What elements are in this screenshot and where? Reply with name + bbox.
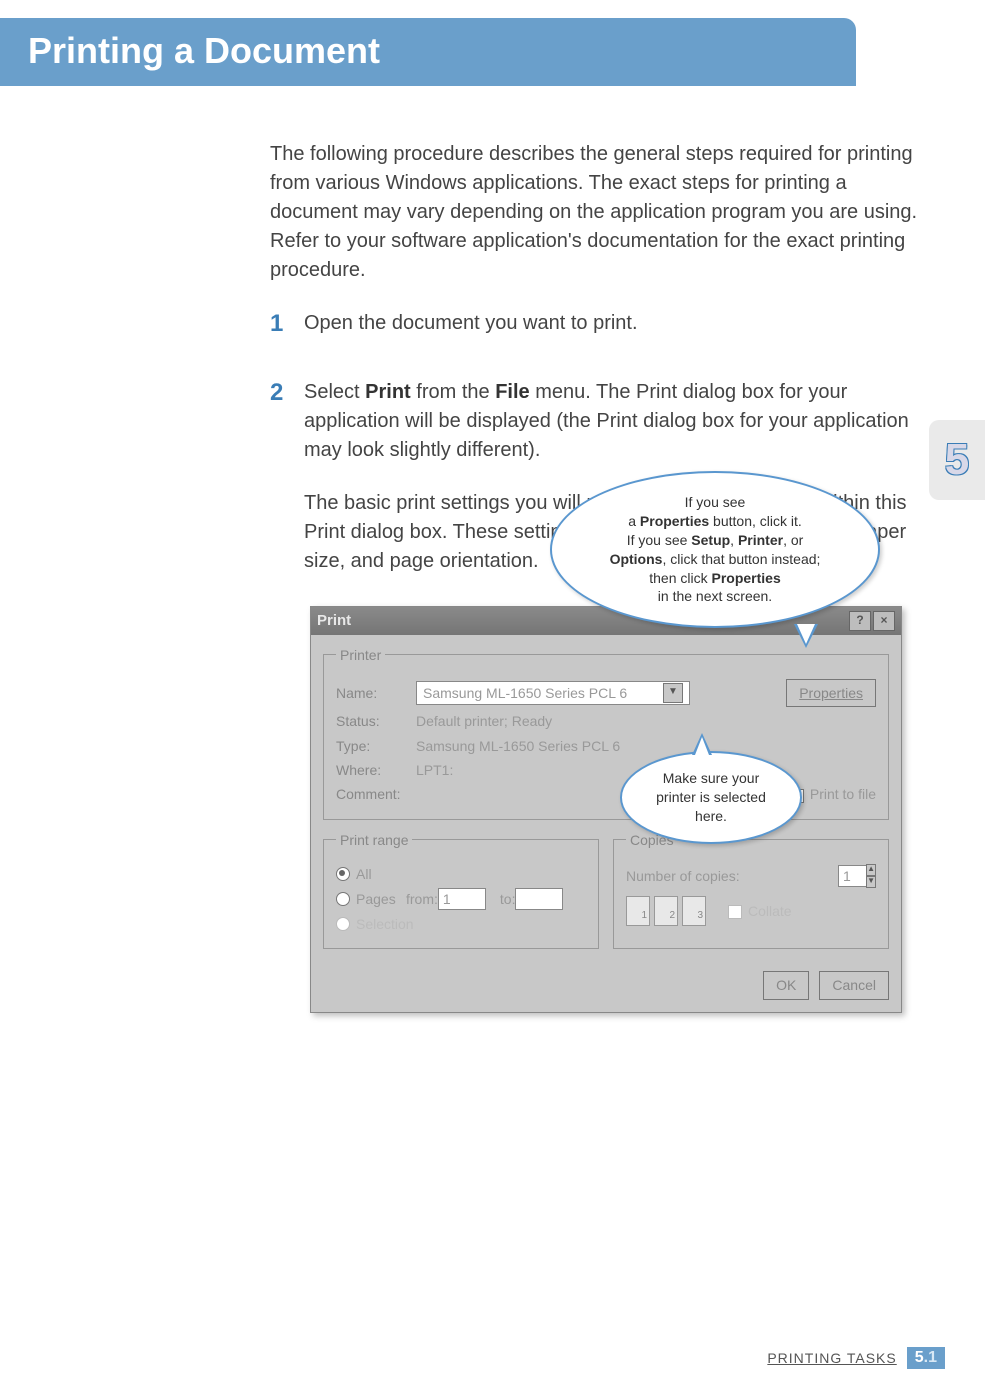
to-field[interactable] [515, 888, 563, 910]
status-label: Status: [336, 711, 416, 731]
range-pages[interactable]: Pages from: 1 to: [336, 888, 586, 910]
properties-button[interactable]: Properties [786, 679, 876, 707]
copies-spinner[interactable]: 1 ▲▼ [838, 864, 876, 888]
collate-page-icon: 3 [682, 896, 706, 926]
dialog-title: Print [317, 610, 351, 632]
where-value: LPT1: [416, 760, 453, 780]
type-label: Type: [336, 736, 416, 756]
intro-paragraph: The following procedure describes the ge… [270, 140, 925, 285]
callout-select-printer: Make sure your printer is selected here. [620, 751, 802, 844]
help-button[interactable]: ? [849, 611, 871, 631]
print-range-group: Print range All Pages from: 1 to: Select… [323, 830, 599, 950]
step-text: Select Print from the File menu. The Pri… [304, 381, 909, 461]
collate-page-icon: 2 [654, 896, 678, 926]
step-number: 2 [270, 376, 283, 411]
page-footer: PRINTING TASKS 5.1 [767, 1347, 945, 1369]
footer-section: PRINTING TASKS [767, 1350, 896, 1366]
from-field[interactable]: 1 [438, 888, 486, 910]
name-label: Name: [336, 683, 416, 703]
range-all[interactable]: All [336, 864, 586, 884]
copies-group: Copies Number of copies: 1 ▲▼ 1 2 3 [613, 830, 889, 950]
group-label: Print range [336, 830, 412, 850]
status-value: Default printer; Ready [416, 711, 552, 731]
collate-option[interactable]: Collate [728, 901, 792, 921]
main-content: The following procedure describes the ge… [270, 140, 925, 1013]
group-label: Printer [336, 645, 385, 665]
cancel-button[interactable]: Cancel [819, 971, 889, 999]
section-title: Printing a Document [0, 18, 856, 86]
dialog-figure: If you see a Properties button, click it… [310, 606, 905, 1013]
step-number: 1 [270, 307, 283, 342]
chapter-number: 5 [945, 435, 969, 485]
step-text: Open the document you want to print. [304, 312, 638, 334]
chapter-tab: 5 [929, 420, 985, 500]
print-dialog: Print ? × Printer Name: Samsung ML-1650 … [310, 606, 902, 1013]
collate-page-icon: 1 [626, 896, 650, 926]
type-value: Samsung ML-1650 Series PCL 6 [416, 736, 620, 756]
ok-button[interactable]: OK [763, 971, 809, 999]
printer-group: Printer Name: Samsung ML-1650 Series PCL… [323, 645, 889, 820]
dropdown-icon[interactable]: ▼ [663, 683, 683, 703]
range-selection: Selection [336, 914, 586, 934]
callout-properties: If you see a Properties button, click it… [550, 471, 880, 628]
print-to-file-option[interactable]: Print to file [790, 784, 876, 804]
printer-name-select[interactable]: Samsung ML-1650 Series PCL 6 ▼ [416, 681, 690, 705]
where-label: Where: [336, 760, 416, 780]
step-1: 1 Open the document you want to print. [270, 309, 925, 338]
comment-label: Comment: [336, 784, 416, 804]
close-button[interactable]: × [873, 611, 895, 631]
footer-page: 5.1 [907, 1347, 945, 1369]
num-copies-label: Number of copies: [626, 866, 838, 886]
